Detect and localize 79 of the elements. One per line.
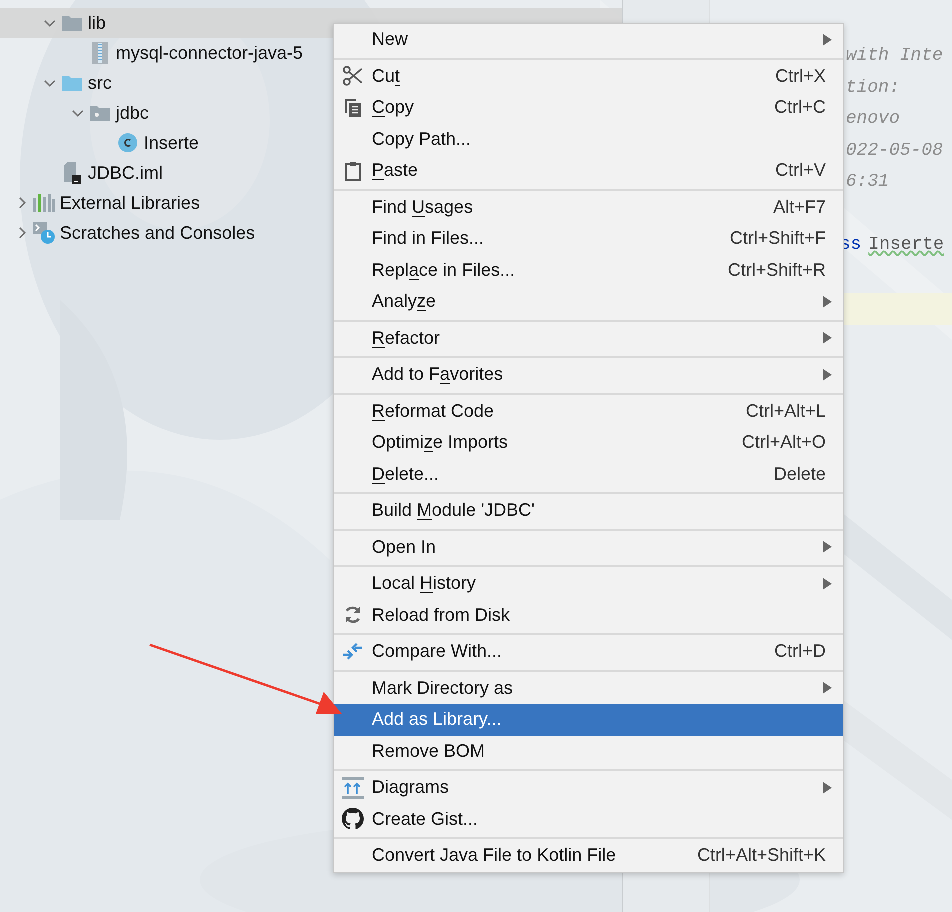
folder-icon (62, 15, 82, 31)
menu-item[interactable]: Create Gist... (334, 804, 843, 835)
diagram-icon (342, 776, 364, 799)
menu-item[interactable]: Replace in Files... Ctrl+Shift+R (334, 254, 843, 286)
code-comment: tion: (846, 76, 900, 100)
copy-icon (344, 98, 362, 118)
menu-item[interactable]: Mark Directory as (334, 672, 843, 704)
class-name: Inserte (868, 234, 944, 258)
scratch-file-icon (33, 222, 55, 244)
menu-item-label: Reformat Code (372, 400, 494, 423)
menu-item[interactable]: Copy Ctrl+C (334, 92, 843, 124)
menu-item-label: Add as Library... (372, 708, 502, 732)
libraries-icon (33, 194, 55, 212)
menu-item-label: Optimize Imports (372, 431, 508, 454)
menu-item-label: Open In (372, 536, 436, 559)
menu-item-label: Compare With... (372, 640, 502, 664)
github-icon (342, 808, 364, 830)
menu-item[interactable]: Find in Files... Ctrl+Shift+F (334, 223, 843, 254)
menu-item[interactable]: Paste Ctrl+V (334, 155, 843, 186)
menu-item-label: Local History (372, 572, 476, 596)
menu-item-label: Refactor (372, 326, 440, 350)
menu-item[interactable]: Add to Favorites (334, 359, 843, 390)
menu-item-label: Add to Favorites (372, 363, 504, 386)
code-comment: 6:31 (846, 171, 890, 194)
menu-item[interactable]: Refactor (334, 322, 843, 354)
folder-icon (62, 75, 82, 91)
menu-item[interactable]: Remove BOM (334, 736, 843, 767)
menu-item-label: Delete... (372, 462, 440, 486)
menu-item-label: Copy (372, 96, 414, 120)
menu-item[interactable]: Convert Java File to Kotlin File Ctrl+Alt+Shift+K (334, 840, 843, 872)
shortcut-label: Ctrl+Shift+F (730, 227, 826, 250)
menu-item-label: Convert Java File to Kotlin File (372, 844, 616, 868)
shortcut-label: Ctrl+Alt+L (746, 400, 826, 423)
menu-item-label: Find Usages (372, 196, 474, 219)
menu-item-label: Mark Directory as (372, 676, 514, 700)
menu-item[interactable]: Optimize Imports Ctrl+Alt+O (334, 427, 843, 458)
shortcut-label: Ctrl+Alt+Shift+K (697, 844, 826, 868)
menu-item-label: Build Module 'JDBC' (372, 499, 535, 522)
menu-item[interactable]: Local History (334, 568, 843, 600)
menu-item[interactable]: Analyze (334, 286, 843, 318)
code-comment: 022-05-08 (846, 140, 944, 163)
archive-icon (92, 42, 108, 64)
menu-item-label: Find in Files... (372, 227, 484, 250)
menu-item-label: Copy Path... (372, 128, 472, 151)
menu-item-label: Create Gist... (372, 808, 478, 831)
menu-item[interactable]: Compare With... Ctrl+D (334, 636, 843, 668)
shortcut-label: Alt+F7 (773, 196, 826, 219)
menu-item[interactable]: Reload from Disk (334, 600, 843, 631)
shortcut-label: Ctrl+C (774, 96, 826, 120)
menu-item[interactable]: Diagrams (334, 772, 843, 804)
menu-item[interactable]: Add as Library... (334, 704, 843, 736)
menu-item[interactable]: Delete... Delete (334, 458, 843, 490)
code-comment: with Inte (846, 45, 944, 68)
menu-item-label: Reload from Disk (372, 604, 510, 627)
shortcut-label: Ctrl+Shift+R (728, 258, 826, 282)
menu-item[interactable]: Build Module 'JDBC' (334, 495, 843, 526)
package-folder-icon (90, 105, 110, 121)
shortcut-label: Ctrl+X (775, 64, 826, 88)
menu-item[interactable]: Cut Ctrl+X (334, 60, 843, 92)
menu-item-label: Diagrams (372, 776, 450, 800)
shortcut-label: Ctrl+Alt+O (742, 431, 826, 454)
menu-item-label: Analyze (372, 290, 436, 314)
menu-item[interactable]: Reformat Code Ctrl+Alt+L (334, 396, 843, 427)
code-comment: enovo (846, 108, 900, 132)
menu-item[interactable]: Open In (334, 532, 843, 563)
menu-item-label: Cut (372, 64, 400, 88)
menu-item[interactable]: Copy Path... (334, 124, 843, 155)
clipboard-icon (345, 160, 361, 181)
menu-item-label: Paste (372, 159, 418, 182)
scissors-icon (343, 66, 363, 86)
shortcut-label: Ctrl+D (774, 640, 826, 664)
file-icon (63, 162, 81, 184)
menu-item-label: Replace in Files... (372, 258, 516, 282)
reload-icon (343, 605, 363, 626)
menu-item-label: Remove BOM (372, 740, 486, 763)
menu-item[interactable]: Find Usages Alt+F7 (334, 192, 843, 223)
shortcut-label: Delete (774, 462, 826, 486)
class-icon (118, 133, 138, 153)
shortcut-label: Ctrl+V (775, 159, 826, 182)
